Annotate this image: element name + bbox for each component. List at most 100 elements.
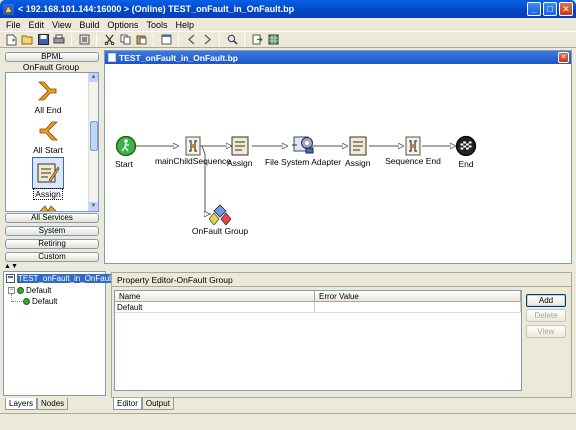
node-assign-1[interactable]: Assign	[227, 136, 253, 168]
node-onfault-group[interactable]: OnFault Group	[190, 204, 250, 236]
palette-group-retiring[interactable]: Retiring	[5, 239, 99, 249]
menu-options[interactable]: Options	[103, 20, 142, 30]
end-flag-icon	[455, 135, 477, 157]
add-button[interactable]: Add	[526, 294, 566, 307]
tree-item-default-child[interactable]: Default	[23, 297, 57, 306]
palette-group-bpml[interactable]: BPML	[5, 52, 99, 62]
menu-file[interactable]: File	[2, 20, 25, 30]
collapse-up-icon[interactable]: ▲	[4, 263, 11, 270]
node-label: File System Adapter	[264, 157, 342, 167]
app-icon	[3, 3, 14, 15]
process-canvas[interactable]: Start mainChildSequence Assign File Syst…	[105, 64, 571, 263]
editor-close-button[interactable]: ✕	[558, 52, 569, 63]
node-start[interactable]: Start	[115, 135, 137, 169]
node-label: Assign	[227, 158, 253, 168]
preview-icon[interactable]	[77, 33, 91, 46]
column-header-error-value[interactable]: Error Value	[315, 291, 521, 301]
palette-panel: BPML OnFault Group All End All Start Ass…	[3, 50, 101, 262]
column-header-name[interactable]: Name	[115, 291, 315, 301]
palette-group-system[interactable]: System	[5, 226, 99, 236]
tree-root-label: TEST_onFault_in_OnFault	[17, 274, 115, 283]
sequence-start-icon	[185, 136, 201, 156]
tree-item-default[interactable]: − Default	[8, 286, 51, 295]
cell-error-value[interactable]	[315, 302, 521, 312]
all-end-icon	[38, 81, 57, 101]
status-bar	[0, 413, 576, 430]
view-button[interactable]: View	[526, 325, 566, 338]
collapse-toggle[interactable]: −	[8, 287, 15, 294]
close-button[interactable]: ✕	[559, 2, 573, 16]
node-end[interactable]: End	[455, 135, 477, 169]
grid-icon[interactable]	[266, 33, 280, 46]
print-icon[interactable]	[52, 33, 66, 46]
tab-editor[interactable]: Editor	[113, 398, 142, 410]
cut-icon[interactable]	[102, 33, 116, 46]
document-icon	[108, 53, 116, 62]
onfault-group-icon	[209, 204, 231, 226]
adapter-icon	[292, 136, 314, 154]
assign-icon	[349, 136, 367, 156]
node-label: Sequence End	[385, 156, 441, 166]
node-label: End	[458, 159, 474, 169]
save-icon[interactable]	[36, 33, 50, 46]
title-bar: < 192.168.101.144:16000 > (Online) TEST_…	[0, 0, 576, 18]
toolbar	[0, 31, 576, 48]
paste-icon[interactable]	[134, 33, 148, 46]
open-icon[interactable]	[20, 33, 34, 46]
menu-tools[interactable]: Tools	[142, 20, 171, 30]
window-icon[interactable]	[159, 33, 173, 46]
menu-bar: File Edit View Build Options Tools Help	[0, 18, 576, 31]
palette-list: All End All Start Assign ▲ ▼	[5, 72, 99, 212]
left-tabs: Layers Nodes	[5, 398, 69, 410]
tab-output[interactable]: Output	[141, 398, 174, 410]
sequence-icon	[39, 205, 57, 211]
copy-icon[interactable]	[118, 33, 132, 46]
table-row[interactable]: Default	[115, 302, 521, 313]
palette-item-partial[interactable]	[6, 197, 90, 211]
table-header: Name Error Value	[115, 291, 521, 302]
node-assign-2[interactable]: Assign	[345, 136, 371, 168]
palette-item-all-end[interactable]: All End	[6, 79, 90, 115]
tab-nodes[interactable]: Nodes	[37, 398, 69, 410]
start-icon	[115, 135, 137, 157]
property-editor-title: Property Editor-OnFault Group	[112, 273, 571, 287]
assign-icon	[231, 136, 249, 156]
tree-root-item[interactable]: TEST_onFault_in_OnFault	[6, 274, 115, 283]
process-icon	[6, 274, 15, 283]
node-main-child-sequence[interactable]: mainChildSequence	[153, 136, 233, 166]
palette-subheader: OnFault Group	[22, 62, 80, 72]
forward-icon[interactable]	[200, 33, 214, 46]
palette-item-assign[interactable]: Assign	[6, 157, 90, 200]
property-editor: Property Editor-OnFault Group Name Error…	[111, 272, 572, 398]
delete-button[interactable]: Delete	[526, 309, 566, 322]
layer-icon	[23, 298, 30, 305]
minimize-button[interactable]: _	[527, 2, 541, 16]
node-label: mainChildSequence	[154, 156, 232, 166]
menu-edit[interactable]: Edit	[25, 20, 49, 30]
palette-item-label: All Start	[33, 145, 63, 155]
maximize-button[interactable]: □	[543, 2, 557, 16]
editor-tabs: Editor Output	[113, 398, 174, 410]
window-title: < 192.168.101.144:16000 > (Online) TEST_…	[18, 4, 295, 14]
menu-view[interactable]: View	[48, 20, 75, 30]
all-start-icon	[39, 121, 58, 141]
palette-group-custom[interactable]: Custom	[5, 252, 99, 262]
node-label: Assign	[345, 158, 371, 168]
palette-item-label: All End	[34, 105, 62, 115]
palette-scrollbar[interactable]: ▲ ▼	[88, 73, 98, 211]
palette-item-all-start[interactable]: All Start	[6, 119, 90, 155]
export-icon[interactable]	[250, 33, 264, 46]
collapse-down-icon[interactable]: ▼	[11, 263, 18, 270]
new-icon[interactable]	[4, 33, 18, 46]
cell-name[interactable]: Default	[115, 302, 315, 312]
splitter-arrows[interactable]: ▲▼	[4, 263, 18, 270]
tab-layers[interactable]: Layers	[5, 398, 38, 410]
menu-build[interactable]: Build	[75, 20, 103, 30]
search-icon[interactable]	[225, 33, 239, 46]
node-file-system-adapter[interactable]: File System Adapter	[263, 133, 343, 167]
palette-group-all-services[interactable]: All Services	[5, 213, 99, 223]
back-icon[interactable]	[184, 33, 198, 46]
node-sequence-end[interactable]: Sequence End	[383, 136, 443, 166]
layer-icon	[17, 287, 24, 294]
menu-help[interactable]: Help	[171, 20, 198, 30]
